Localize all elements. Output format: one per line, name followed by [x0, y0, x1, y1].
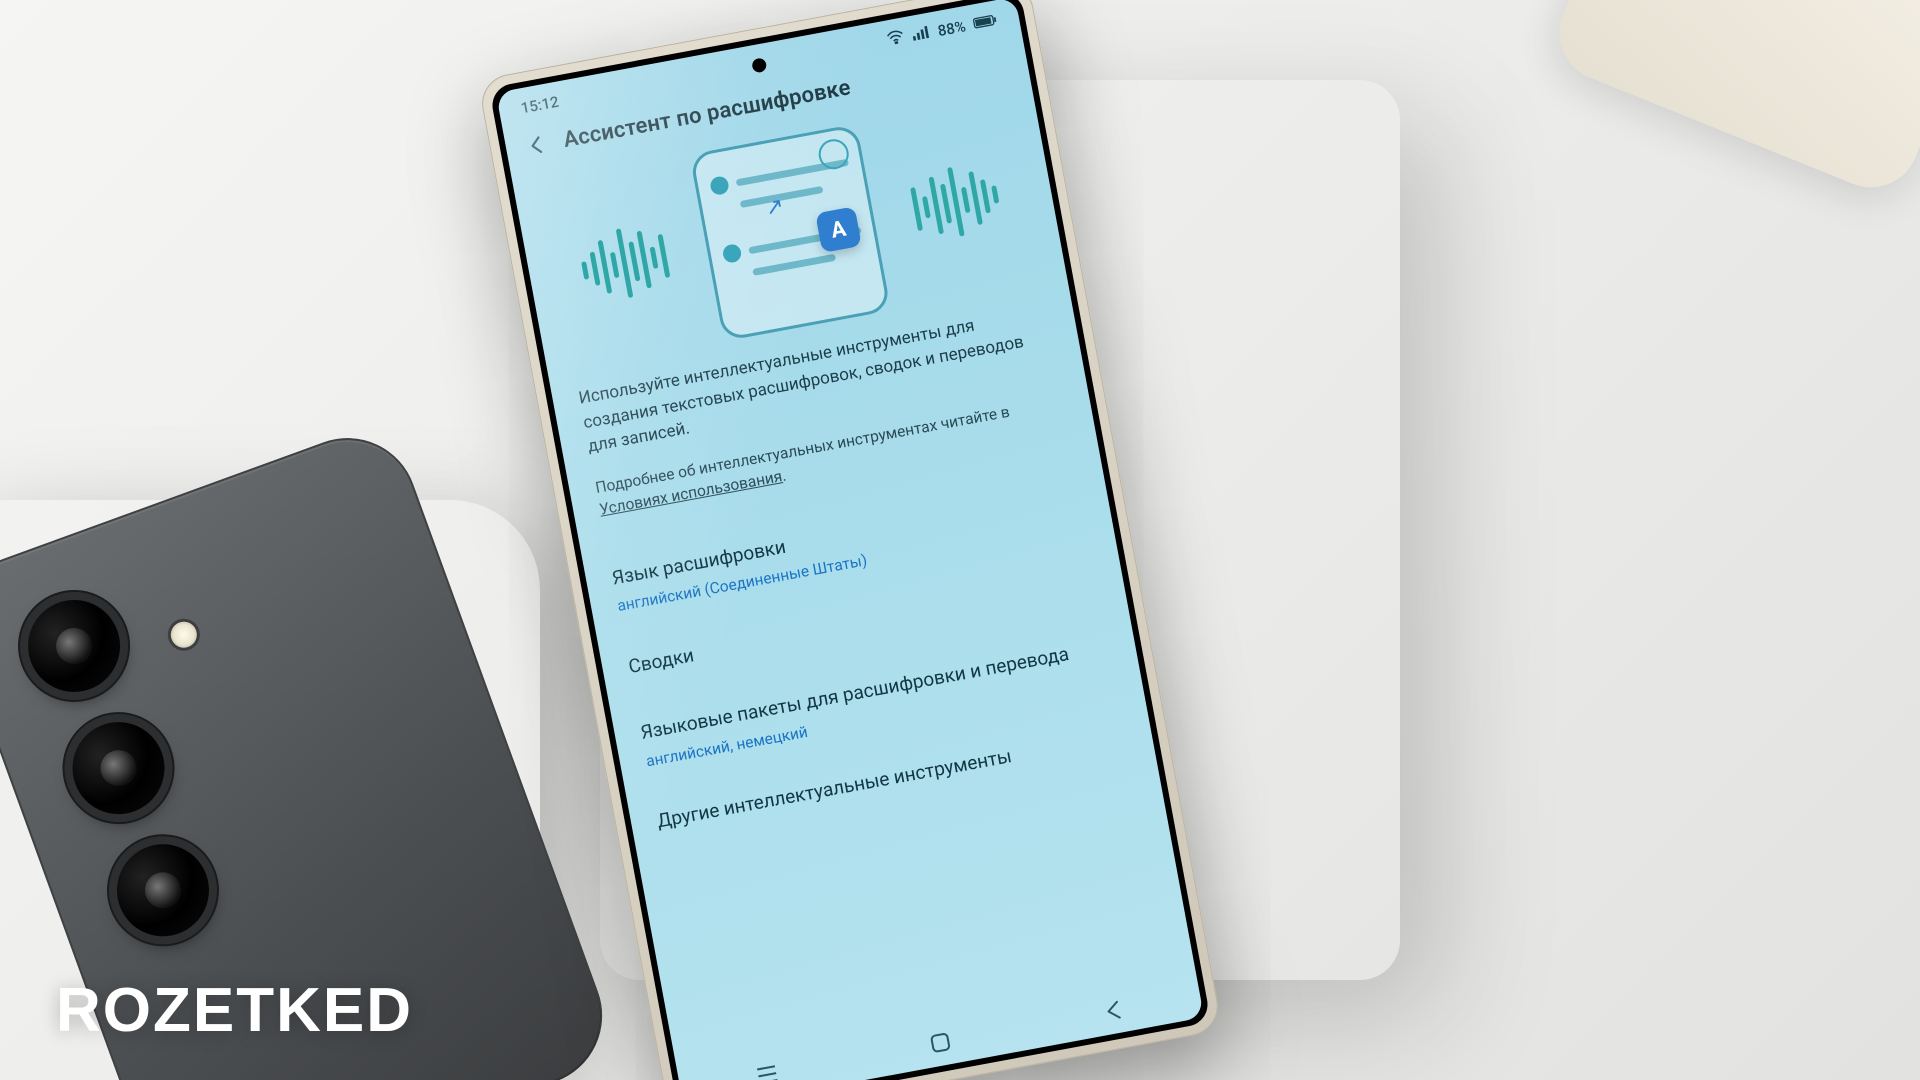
phone-bezel: 15:12 88%	[489, 0, 1211, 1080]
primary-phone: 15:12 88%	[477, 0, 1223, 1080]
phone-frame: 15:12 88%	[477, 0, 1223, 1080]
waveform-icon	[904, 134, 1042, 264]
back-button[interactable]	[522, 130, 552, 160]
watermark-text: ROZETKED	[56, 975, 413, 1046]
secondary-phone-corner	[1545, 0, 1920, 202]
nav-back-button[interactable]	[1098, 995, 1128, 1025]
camera-lens-icon	[104, 831, 222, 949]
camera-lens-icon	[15, 587, 133, 705]
battery-percent: 88%	[936, 17, 967, 40]
camera-lens-icon	[60, 709, 178, 827]
camera-flash-icon	[167, 618, 200, 651]
battery-icon	[972, 11, 999, 33]
signal-icon	[911, 24, 932, 45]
android-nav-bar	[677, 972, 1205, 1080]
wifi-icon	[885, 29, 906, 50]
recents-button[interactable]	[752, 1060, 782, 1080]
status-time: 15:12	[519, 93, 560, 118]
settings-body: Используйте интеллектуальные инструменты…	[551, 295, 1157, 861]
waveform-icon	[538, 201, 676, 331]
phone-screen: 15:12 88%	[496, 0, 1204, 1080]
translate-badge-icon: A	[815, 206, 862, 253]
photo-scene: 15:12 88%	[0, 0, 1920, 1080]
transcript-mock-icon: ↗ A	[689, 124, 891, 342]
home-button[interactable]	[925, 1028, 955, 1058]
